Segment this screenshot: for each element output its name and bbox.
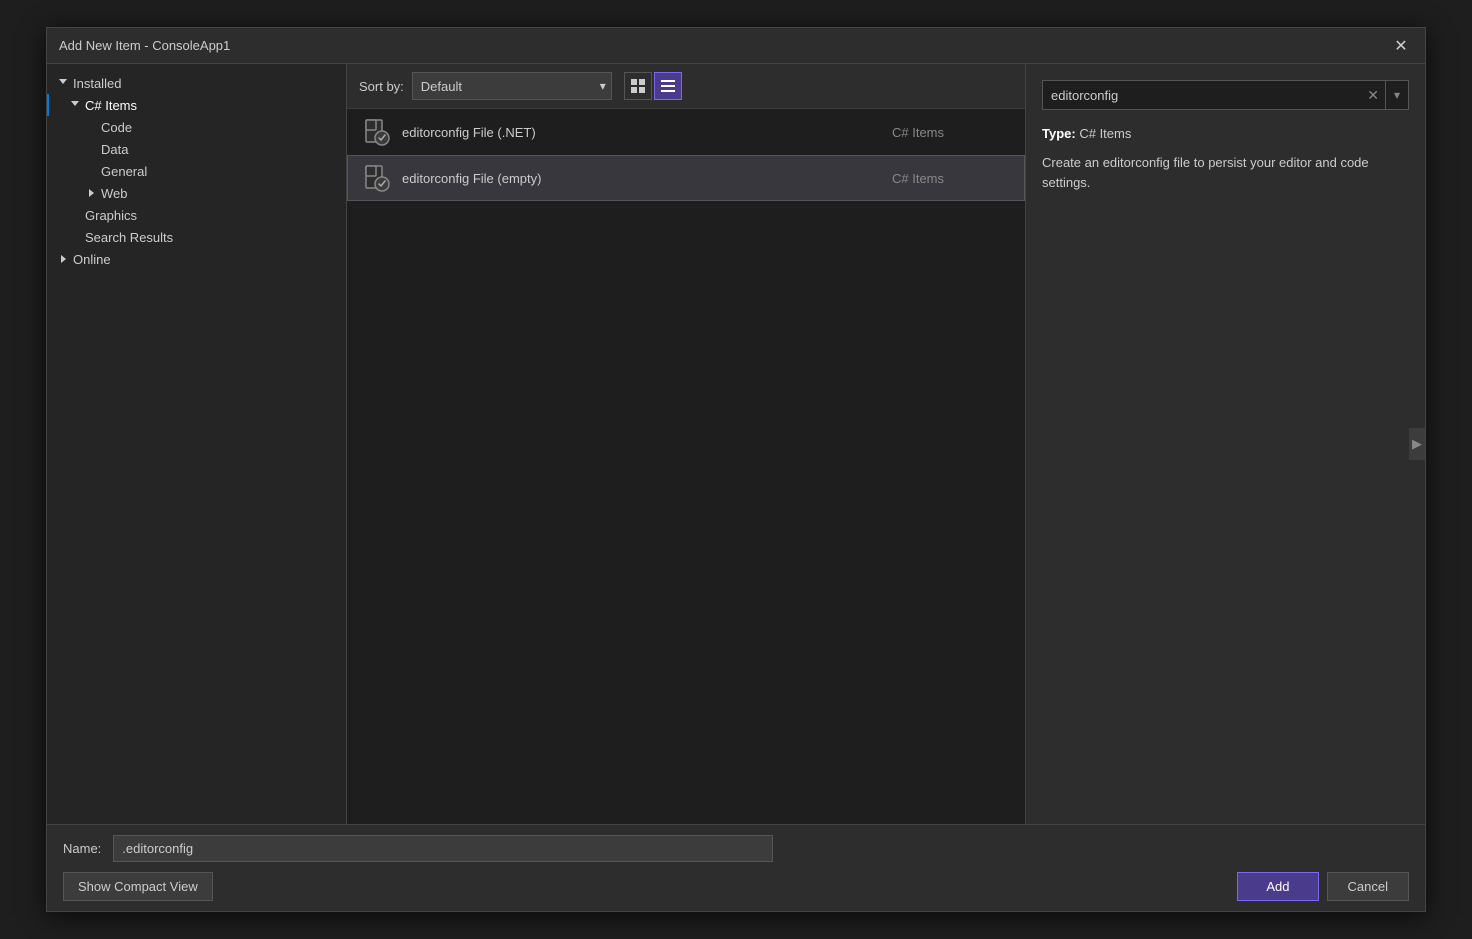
- search-bar: ✕ ▾: [1042, 80, 1409, 110]
- tree-label-code: Code: [101, 120, 132, 135]
- tree-label-installed: Installed: [73, 76, 121, 91]
- sidebar-item-installed[interactable]: Installed: [47, 72, 346, 94]
- list-item-editorconfig-net[interactable]: editorconfig File (.NET)C# Items: [347, 109, 1025, 155]
- compact-view-button[interactable]: Show Compact View: [63, 872, 213, 901]
- info-type: Type: C# Items: [1042, 126, 1409, 141]
- sidebar-item-online[interactable]: Online: [47, 248, 346, 270]
- sidebar-item-c-sharp-items[interactable]: C# Items: [47, 94, 346, 116]
- toolbar: Sort by: Default Name Type: [347, 64, 1025, 109]
- arrow-shape: [61, 255, 66, 263]
- tree-label-web: Web: [101, 186, 128, 201]
- expand-arrow-web: [83, 185, 99, 201]
- cancel-button[interactable]: Cancel: [1327, 872, 1409, 901]
- expand-spacer: [67, 207, 83, 223]
- add-new-item-dialog: Add New Item - ConsoleApp1 ✕ Installed C#…: [46, 27, 1426, 912]
- arrow-shape: [59, 79, 67, 88]
- expand-arrow-c-sharp-items: [67, 97, 83, 113]
- titlebar: Add New Item - ConsoleApp1 ✕: [47, 28, 1425, 64]
- dialog-title: Add New Item - ConsoleApp1: [59, 38, 230, 53]
- list-item-editorconfig-empty[interactable]: editorconfig File (empty)C# Items: [347, 155, 1025, 201]
- info-description: Create an editorconfig file to persist y…: [1042, 153, 1409, 192]
- tree-label-data: Data: [101, 142, 128, 157]
- expand-spacer: [83, 163, 99, 179]
- sidebar-item-web[interactable]: Web: [47, 182, 346, 204]
- tree-label-search-results: Search Results: [85, 230, 173, 245]
- content-area: Installed C# Items Code Data General Web Graph…: [47, 64, 1425, 824]
- item-category-editorconfig-empty: C# Items: [892, 171, 1012, 186]
- item-icon-editorconfig-net: [360, 116, 392, 148]
- search-dropdown-button[interactable]: ▾: [1385, 81, 1408, 109]
- action-buttons: Add Cancel: [1237, 872, 1409, 901]
- arrow-shape: [89, 189, 94, 197]
- info-type-label: Type:: [1042, 126, 1076, 141]
- close-button[interactable]: ✕: [1389, 34, 1413, 58]
- search-clear-button[interactable]: ✕: [1361, 87, 1385, 104]
- expand-spacer: [83, 119, 99, 135]
- expand-spacer: [83, 141, 99, 157]
- action-row: Show Compact View Add Cancel: [63, 872, 1409, 901]
- tree-label-graphics: Graphics: [85, 208, 137, 223]
- sidebar-item-general[interactable]: General: [47, 160, 346, 182]
- sort-label: Sort by:: [359, 79, 404, 94]
- bottom-area: Name: Show Compact View Add Cancel: [47, 824, 1425, 911]
- sidebar-item-data[interactable]: Data: [47, 138, 346, 160]
- info-type-value: C# Items: [1079, 126, 1131, 141]
- arrow-shape: [71, 101, 79, 110]
- tree-label-online: Online: [73, 252, 111, 267]
- expand-arrow-online: [55, 251, 71, 267]
- sidebar-item-graphics[interactable]: Graphics: [47, 204, 346, 226]
- add-button[interactable]: Add: [1237, 872, 1318, 901]
- item-name-editorconfig-net: editorconfig File (.NET): [402, 125, 892, 140]
- right-panel: ✕ ▾ Type: C# Items Create an editorconfi…: [1025, 64, 1425, 824]
- item-category-editorconfig-net: C# Items: [892, 125, 1012, 140]
- item-icon-editorconfig-empty: [360, 162, 392, 194]
- grid-view-button[interactable]: [624, 72, 652, 100]
- expand-arrow-installed: [55, 75, 71, 91]
- sidebar: Installed C# Items Code Data General Web Graph…: [47, 64, 347, 824]
- search-input[interactable]: [1043, 83, 1361, 108]
- sidebar-item-code[interactable]: Code: [47, 116, 346, 138]
- sort-select[interactable]: Default Name Type: [412, 72, 612, 100]
- sort-select-wrapper: Default Name Type: [412, 72, 612, 100]
- tree-label-c-sharp-items: C# Items: [85, 98, 137, 113]
- items-list: editorconfig File (.NET)C# Items editorc…: [347, 109, 1025, 824]
- tree-label-general: General: [101, 164, 147, 179]
- view-buttons: [624, 72, 682, 100]
- item-name-editorconfig-empty: editorconfig File (empty): [402, 171, 892, 186]
- name-input[interactable]: [113, 835, 773, 862]
- main-content: Sort by: Default Name Type: [347, 64, 1025, 824]
- right-panel-collapse-arrow[interactable]: ▶: [1409, 428, 1425, 460]
- expand-spacer: [67, 229, 83, 245]
- name-row: Name:: [63, 835, 1409, 862]
- sidebar-item-search-results[interactable]: Search Results: [47, 226, 346, 248]
- name-label: Name:: [63, 841, 101, 856]
- list-view-button[interactable]: [654, 72, 682, 100]
